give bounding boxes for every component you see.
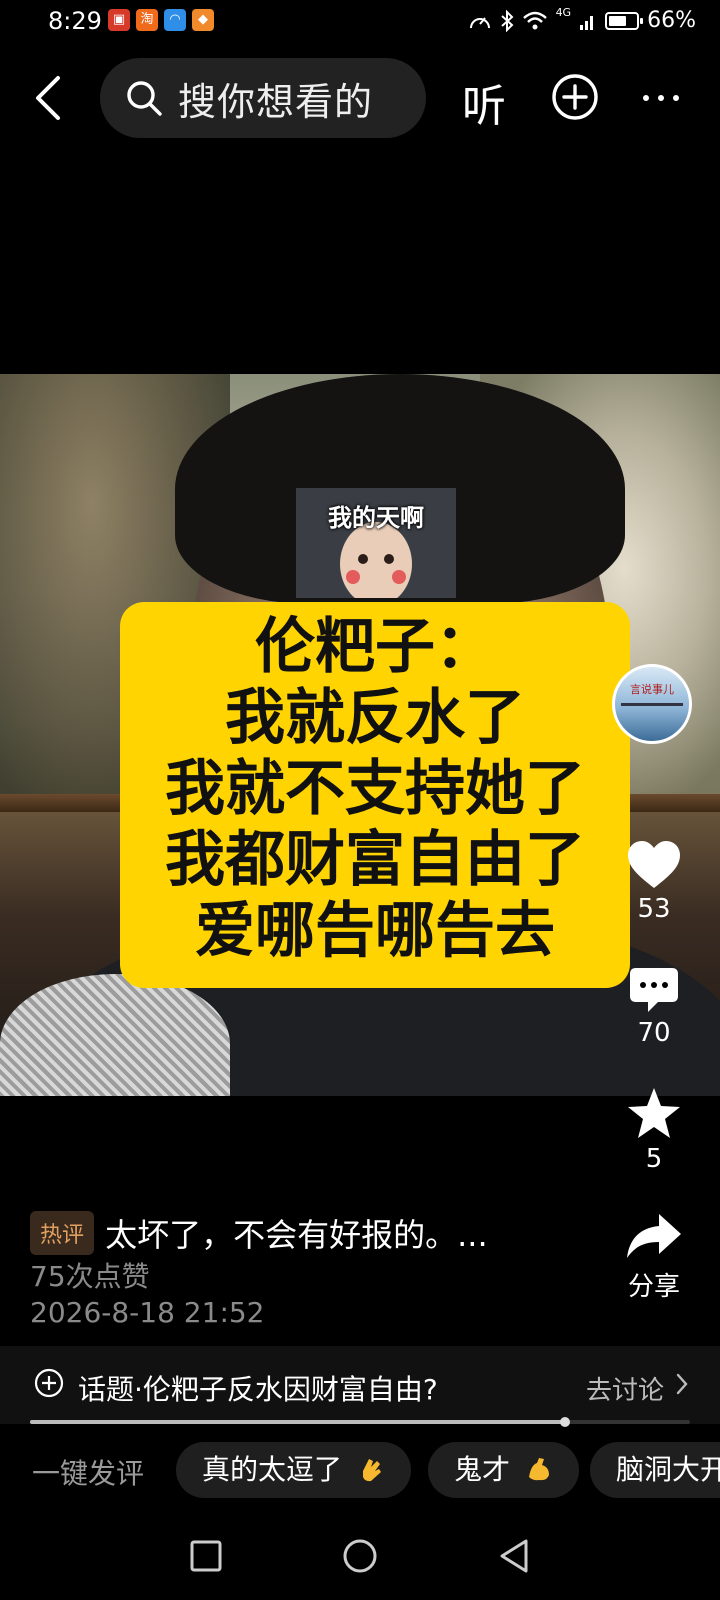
caption-line: 伦粑子： <box>255 612 495 682</box>
recent-apps-icon[interactable] <box>186 1536 226 1576</box>
chip-label: 鬼才 <box>454 1453 511 1486</box>
sticker-eye-right <box>384 554 394 564</box>
bluetooth-icon <box>500 9 514 32</box>
quick-comment-bar: 一键发评 真的太逗了 鬼才 脑洞大开 <box>0 1438 720 1502</box>
topic-title: 话题·伦粑子反水因财富自由? <box>78 1373 438 1406</box>
plus-circle-small-icon <box>34 1368 64 1398</box>
quick-comment-chip[interactable]: 脑洞大开 <box>590 1442 720 1498</box>
author-avatar[interactable]: 言说事儿 <box>612 664 692 744</box>
video-progress-bar[interactable] <box>30 1417 690 1427</box>
favorite-count: 5 <box>645 1144 663 1174</box>
app-icon-orange: ◆ <box>192 9 214 31</box>
status-time: 8:29 <box>48 7 102 35</box>
network-type: 4G <box>555 6 572 19</box>
search-placeholder: 搜你想看的 <box>178 79 374 124</box>
hot-comment[interactable]: 热评 太坏了，不会有好报的。... <box>30 1210 590 1256</box>
caption-line: 爱哪告哪告去 <box>195 896 555 966</box>
video-caption: 伦粑子： 我就反水了 我就不支持她了 我都财富自由了 爱哪告哪告去 <box>120 612 630 967</box>
comment-count: 70 <box>637 1018 671 1048</box>
speed-icon <box>469 16 490 28</box>
quick-comment-label: 一键发评 <box>32 1457 145 1490</box>
search-icon <box>127 81 162 116</box>
post-date: 2026-8-18 21:52 <box>30 1296 265 1329</box>
discuss-link[interactable]: 去讨论 <box>586 1370 664 1407</box>
reaction-sticker: 我的天啊 <box>296 488 456 598</box>
hot-comment-tag: 热评 <box>30 1211 95 1255</box>
chip-label: 真的太逗了 <box>202 1453 343 1486</box>
app-icon-red: ▣ <box>108 9 130 31</box>
wifi-icon <box>522 11 547 29</box>
search-box[interactable]: 搜你想看的 <box>100 58 426 138</box>
share-arrow-icon <box>627 1214 681 1258</box>
back-arrow-icon[interactable] <box>28 74 72 122</box>
clapping-hands-icon <box>362 1459 381 1482</box>
like-button[interactable]: 53 <box>614 840 694 924</box>
progress-fill <box>30 1420 565 1424</box>
flexed-biceps-icon <box>528 1458 549 1481</box>
quick-comment-chip[interactable]: 鬼才 <box>428 1442 579 1498</box>
plus-circle-icon[interactable] <box>550 72 600 122</box>
star-icon <box>628 1088 680 1138</box>
comment-likes: 75次点赞 <box>30 1260 150 1293</box>
avatar-bridge <box>621 703 683 722</box>
like-count: 53 <box>637 894 671 924</box>
comment-button[interactable]: 70 <box>614 966 694 1048</box>
sticker-child-face <box>340 522 412 598</box>
sticker-eye-left <box>358 554 368 564</box>
notification-icons: ▣ 淘 ◠ ◆ <box>108 9 214 31</box>
caption-line: 我都财富自由了 <box>165 825 585 895</box>
share-label: 分享 <box>627 1272 680 1302</box>
back-triangle-icon[interactable] <box>494 1536 534 1576</box>
home-icon[interactable] <box>340 1536 380 1576</box>
listen-button[interactable]: 听 <box>462 70 506 134</box>
sticker-cheek-right <box>392 570 406 584</box>
app-icon-blue: ◠ <box>164 9 186 31</box>
topic-bar[interactable]: 话题·伦粑子反水因财富自由? 去讨论 <box>0 1346 720 1424</box>
heart-icon <box>628 841 680 888</box>
progress-knob[interactable] <box>559 1417 570 1427</box>
battery-fill <box>609 15 627 26</box>
share-button[interactable]: 分享 <box>614 1212 694 1303</box>
more-dots-icon[interactable] <box>640 78 682 118</box>
status-right: 4G 66% <box>468 6 696 33</box>
sticker-text: 我的天啊 <box>328 504 424 532</box>
chip-label: 脑洞大开 <box>616 1453 720 1486</box>
avatar-text: 言说事儿 <box>630 683 674 696</box>
chevron-right-icon <box>676 1373 688 1395</box>
battery-percent: 66% <box>647 8 696 33</box>
battery-tip <box>640 17 644 24</box>
system-nav-bar <box>0 1516 720 1600</box>
favorite-button[interactable]: 5 <box>614 1086 694 1174</box>
status-bar: 8:29 ▣ 淘 ◠ ◆ 4G 66% <box>0 0 720 44</box>
hot-comment-text: 太坏了，不会有好报的。... <box>105 1216 488 1254</box>
sticker-cheek-left <box>346 570 360 584</box>
caption-line: 我就不支持她了 <box>165 754 585 824</box>
signal-icon <box>580 15 594 30</box>
taobao-icon: 淘 <box>136 9 158 31</box>
quick-comment-chip[interactable]: 真的太逗了 <box>176 1442 411 1498</box>
top-bar: 搜你想看的 听 <box>0 56 720 140</box>
comment-bubble-icon <box>630 968 678 1012</box>
video-player[interactable]: 我的天啊 伦粑子： 我就反水了 我就不支持她了 我都财富自由了 爱哪告哪告去 <box>0 374 720 1096</box>
caption-line: 我就反水了 <box>225 683 525 753</box>
battery-icon <box>605 11 644 30</box>
